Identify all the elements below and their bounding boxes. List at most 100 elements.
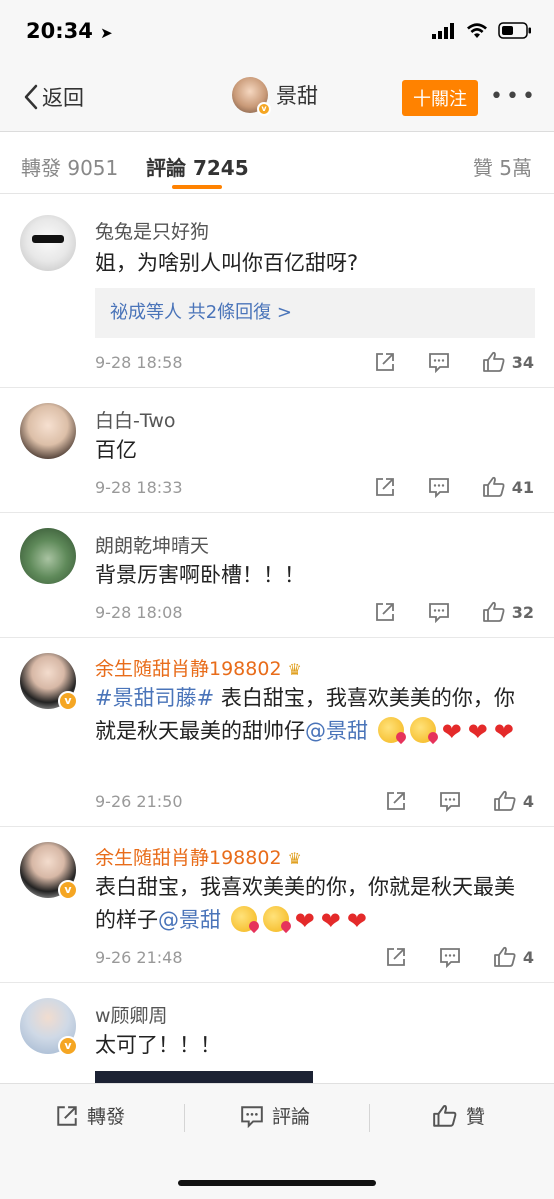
comment-button[interactable] xyxy=(439,946,461,968)
bottom-comment-button[interactable]: 評論 xyxy=(240,1102,310,1129)
nav-username: 景甜 xyxy=(276,84,318,108)
comment-button[interactable] xyxy=(428,476,450,498)
repost-button[interactable] xyxy=(374,601,396,623)
thumbs-up-icon xyxy=(493,946,516,967)
verified-badge-icon: v xyxy=(257,102,271,116)
comment-time: 9-28 18:08 xyxy=(95,603,183,622)
share-icon xyxy=(386,792,405,810)
home-indicator xyxy=(178,1180,376,1186)
thumbs-up-icon xyxy=(482,476,505,497)
mention-link[interactable]: @景甜 xyxy=(158,908,221,932)
heart-icon: ❤ xyxy=(493,718,515,746)
comment-username[interactable]: 余生随甜肖静198802 ♛ xyxy=(95,654,302,681)
comment-time: 9-26 21:48 xyxy=(95,948,183,967)
comment-username[interactable]: w顾卿周 xyxy=(95,1001,168,1028)
comment-icon xyxy=(428,353,449,373)
comment-username[interactable]: 兔兔是只好狗 xyxy=(95,217,209,244)
bottom-repost-button[interactable]: 轉發 xyxy=(55,1102,125,1129)
comment-item: 兔兔是只好狗 姐，为啥别人叫你百亿甜呀? 祕成等人 共2條回復 > 9-28 1… xyxy=(0,195,554,388)
repost-button[interactable] xyxy=(374,476,396,498)
share-icon xyxy=(386,948,405,966)
follow-button[interactable]: 十關注 xyxy=(402,80,478,116)
comment-button[interactable] xyxy=(428,351,450,373)
comment-icon xyxy=(439,948,460,968)
bottom-like-label: 贊 xyxy=(466,1106,486,1128)
bottom-like-button[interactable]: 贊 xyxy=(432,1102,485,1129)
back-label: 返回 xyxy=(42,86,84,110)
comment-text: 表白甜宝，我喜欢美美的你，你就是秋天最美的样子@景甜 ❤ ❤ ❤ xyxy=(95,871,530,938)
vip-crown-icon: ♛ xyxy=(287,660,302,679)
comment-actions: 32 xyxy=(342,600,534,624)
comment-item: v 余生随甜肖静198802 ♛ #景甜司藤# 表白甜宝，我喜欢美美的你，你就是秋… xyxy=(0,638,554,827)
status-bar: 20:34 ➤ xyxy=(0,0,554,64)
avatar[interactable]: v xyxy=(20,998,78,1056)
navigation-bar: 返回 v 景甜 十關注 ••• xyxy=(0,64,554,132)
like-button[interactable]: 4 xyxy=(493,789,534,813)
comment-text: 背景厉害啊卧槽！！！ xyxy=(95,563,305,587)
heart-icon: ❤ xyxy=(320,907,341,935)
repost-button[interactable] xyxy=(374,351,396,373)
like-button[interactable]: 32 xyxy=(482,600,534,624)
avatar[interactable]: v xyxy=(20,653,78,711)
comment-time: 9-28 18:33 xyxy=(95,478,183,497)
heart-icon: ❤ xyxy=(346,907,368,935)
more-button[interactable]: ••• xyxy=(490,84,538,109)
avatar[interactable] xyxy=(20,403,76,459)
sunglasses-graphic xyxy=(32,235,64,243)
avatar[interactable] xyxy=(20,528,76,584)
repost-button[interactable] xyxy=(385,946,407,968)
comment-actions: 4 xyxy=(353,945,534,969)
comment-actions: 41 xyxy=(342,475,534,499)
verified-badge-icon: v xyxy=(58,1036,78,1056)
comment-image[interactable] xyxy=(95,1071,313,1083)
kiss-emoji-icon xyxy=(409,717,436,743)
like-count: 32 xyxy=(511,602,534,622)
back-button[interactable]: 返回 xyxy=(24,82,84,112)
hashtag-link[interactable]: #景甜司藤# xyxy=(95,686,214,710)
comment-icon xyxy=(439,792,460,812)
comment-button[interactable] xyxy=(439,790,461,812)
comment-item: 白白-Two 百亿 9-28 18:33 41 xyxy=(0,388,554,513)
comment-username[interactable]: 余生随甜肖静198802 ♛ xyxy=(95,843,302,870)
heart-icon: ❤ xyxy=(294,907,315,935)
tab-repost[interactable]: 轉發 9051 xyxy=(21,152,118,181)
share-icon xyxy=(57,1105,77,1126)
kiss-emoji-icon xyxy=(230,906,257,932)
avatar[interactable]: v xyxy=(20,842,78,900)
reply-summary[interactable]: 祕成等人 共2條回復 > xyxy=(95,288,535,338)
nav-user[interactable]: v 景甜 xyxy=(232,77,318,116)
tab-like[interactable]: 贊 5萬 xyxy=(473,152,532,181)
like-button[interactable]: 4 xyxy=(493,945,534,969)
kiss-emoji-icon xyxy=(262,906,289,932)
share-icon xyxy=(375,478,394,496)
status-icons xyxy=(432,22,532,39)
thumbs-up-icon xyxy=(493,790,516,811)
verified-badge-icon: v xyxy=(58,880,78,900)
reply-count: 共2條回復 > xyxy=(187,302,292,323)
tab-comment[interactable]: 評論 7245 xyxy=(146,152,249,181)
wifi-icon xyxy=(467,22,487,38)
verified-badge-icon: v xyxy=(58,691,78,711)
comment-text: #景甜司藤# 表白甜宝，我喜欢美美的你，你就是秋天最美的甜帅仔@景甜 ❤ ❤ ❤ xyxy=(95,682,530,749)
like-button[interactable]: 34 xyxy=(482,350,534,374)
kiss-emoji-icon xyxy=(377,717,404,743)
comment-text: 姐，为啥别人叫你百亿甜呀? xyxy=(95,251,359,275)
thumbs-up-icon xyxy=(482,351,505,372)
share-icon xyxy=(375,603,394,621)
avatar[interactable] xyxy=(20,215,76,271)
username-text: 余生随甜肖静198802 xyxy=(95,658,282,680)
thumbs-up-icon xyxy=(482,601,505,622)
mention-link[interactable]: @景甜 xyxy=(305,719,368,743)
tab-bar: 轉發 9051 評論 7245 贊 5萬 xyxy=(0,132,554,194)
heart-icon: ❤ xyxy=(441,718,462,746)
like-button[interactable]: 41 xyxy=(482,475,534,499)
chevron-left-icon xyxy=(24,84,38,110)
divider xyxy=(369,1104,370,1132)
avatar: v xyxy=(232,77,271,116)
comment-button[interactable] xyxy=(428,601,450,623)
repost-button[interactable] xyxy=(385,790,407,812)
comment-username[interactable]: 朗朗乾坤晴天 xyxy=(95,531,209,558)
comment-actions: 4 xyxy=(353,789,534,813)
comment-username[interactable]: 白白-Two xyxy=(95,406,175,433)
comment-item: 朗朗乾坤晴天 背景厉害啊卧槽！！！ 9-28 18:08 32 xyxy=(0,513,554,638)
